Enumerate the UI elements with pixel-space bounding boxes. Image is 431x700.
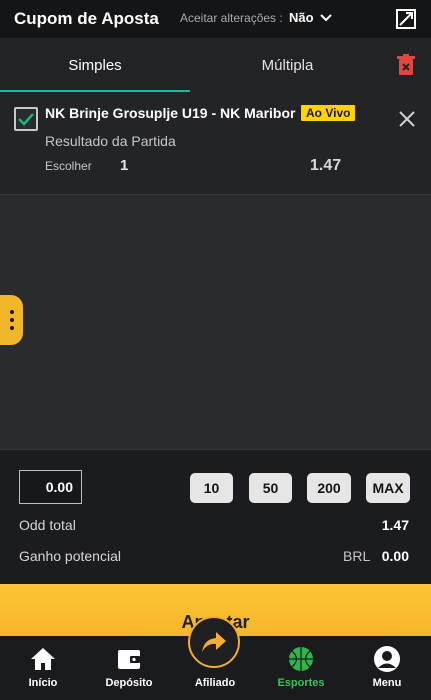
tab-multipla[interactable]: Múltipla [190,38,385,92]
selection-odd: 1.47 [310,157,342,174]
nav-label: Início [28,677,58,689]
nav-item-esportes[interactable]: Esportes [258,636,344,700]
checkmark-icon [18,113,34,126]
nav-item-menu[interactable]: Menu [344,636,430,700]
nav-label: Esportes [277,677,325,689]
choose-label: Escolher [45,159,92,173]
odd-total-label: Odd total [19,517,76,533]
match-name: NK Brinje Grosuplje U19 - NK Maribor [45,105,296,121]
potential-gain-label: Ganho potencial [19,548,121,564]
bet-selection: NK Brinje Grosuplje U19 - NK Maribor Ao … [0,92,431,195]
bet-slip-empty-area [0,195,431,449]
nav-item-inicio[interactable]: Início [0,636,86,700]
share-arrow-icon [202,632,226,652]
tab-simples[interactable]: Simples [0,38,190,92]
wallet-icon [114,644,144,674]
basketball-icon [286,644,316,674]
user-icon [372,644,402,674]
selection-checkbox[interactable] [14,107,38,131]
odd-total-value: 1.47 [381,517,409,533]
nav-label: Menu [372,677,402,689]
dot-icon [9,326,14,330]
nav-label: Depósito [105,677,153,689]
accept-changes-value: Não [289,10,314,25]
expand-icon[interactable] [396,9,416,29]
remove-selection-icon[interactable] [398,110,416,128]
potential-gain-currency: BRL [343,548,371,564]
dot-icon [9,318,14,322]
side-drawer-handle[interactable] [0,295,23,345]
quick-amount-10-button[interactable]: 10 [190,473,233,503]
live-badge: Ao Vivo [301,105,356,121]
chevron-down-icon [319,13,332,21]
bet-slip-header: Cupom de Aposta Aceitar alterações : Não [0,0,431,38]
market-name: Resultado da Partida [45,133,176,149]
potential-gain-value: 0.00 [381,548,409,564]
nav-label: Afiliado [194,677,236,689]
accept-changes-label: Aceitar alterações : [180,11,283,25]
nav-item-deposito[interactable]: Depósito [86,636,172,700]
selected-pick: 1 [120,157,129,174]
quick-amount-200-button[interactable]: 200 [307,473,351,503]
quick-amount-50-button[interactable]: 50 [249,473,292,503]
trash-icon[interactable] [396,54,416,76]
accept-changes-dropdown[interactable]: Não [289,10,332,25]
bet-type-tabs: Simples Múltipla [0,38,431,92]
dot-icon [9,310,14,314]
quick-amount-max-button[interactable]: MAX [366,473,410,503]
stake-panel: 10 50 200 MAX Odd total 1.47 Ganho poten… [0,449,431,584]
affiliate-button[interactable] [188,616,240,668]
home-icon [28,644,58,674]
stake-input[interactable] [19,470,82,504]
bet-slip-title: Cupom de Aposta [14,9,159,28]
